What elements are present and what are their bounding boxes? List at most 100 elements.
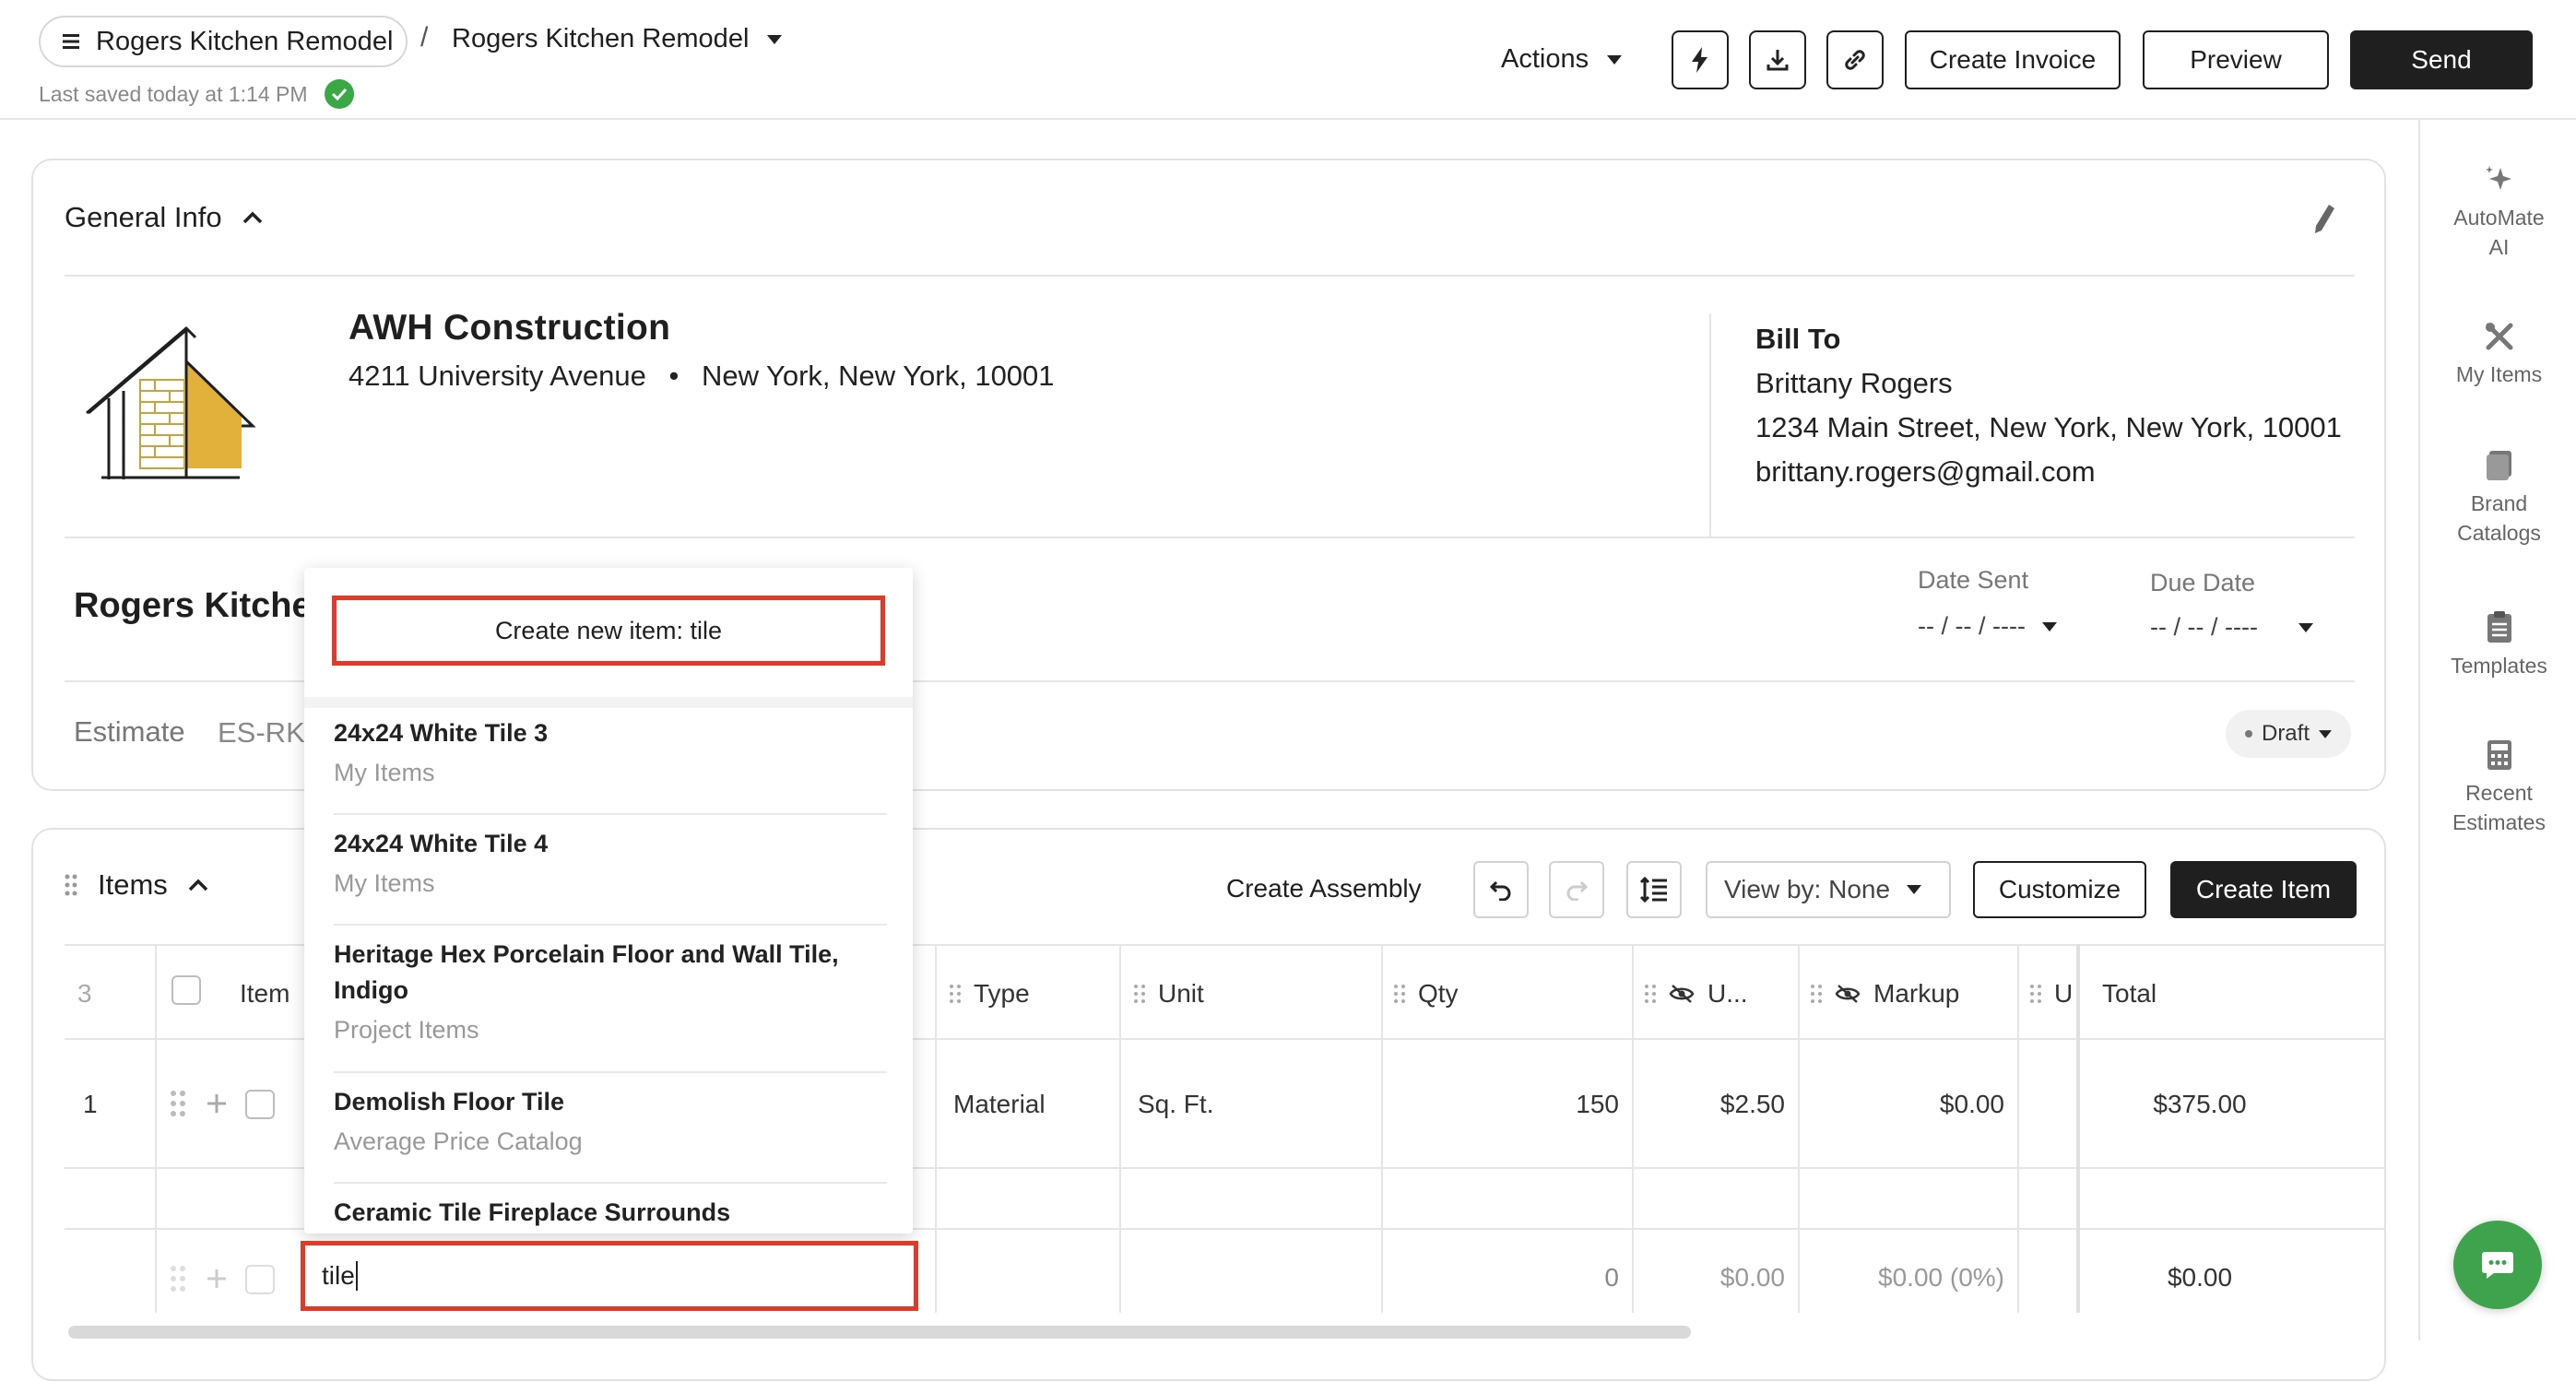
create-item-button[interactable]: Create Item xyxy=(2170,861,2357,918)
row-total: $0.00 xyxy=(2167,1263,2233,1292)
chat-button[interactable] xyxy=(2453,1221,2542,1309)
dropdown-item[interactable]: Ceramic Tile Fireplace Surrounds xyxy=(334,1195,887,1233)
send-button[interactable]: Send xyxy=(2350,30,2533,89)
plus-icon[interactable] xyxy=(207,1093,227,1114)
row-count: 3 xyxy=(77,979,92,1008)
col-header-unit-cost[interactable]: U... xyxy=(1645,979,1748,1009)
dropdown-item-name: 24x24 White Tile 3 xyxy=(334,719,549,747)
general-info-header[interactable]: General Info xyxy=(65,201,263,234)
create-new-item-option[interactable]: Create new item: tile xyxy=(332,596,885,666)
drag-handle-icon[interactable] xyxy=(65,874,77,896)
rail-automate-ai[interactable]: AutoMate AI xyxy=(2420,164,2576,262)
rail-my-items[interactable]: My Items xyxy=(2420,321,2576,389)
divider xyxy=(65,275,2355,277)
dropdown-item-name: Ceramic Tile Fireplace Surrounds xyxy=(334,1198,731,1226)
actions-label: Actions xyxy=(1501,44,1589,74)
preview-button[interactable]: Preview xyxy=(2143,30,2329,89)
rail-label: Catalogs xyxy=(2457,521,2541,545)
date-sent-label: Date Sent xyxy=(1918,566,2029,594)
bill-to-address: 1234 Main Street, New York, New York, 10… xyxy=(1755,411,2342,443)
drag-handle-icon[interactable] xyxy=(170,1090,186,1117)
estimate-number[interactable]: ES-RK xyxy=(218,716,305,750)
col-border xyxy=(1632,944,1634,1313)
row-markup[interactable]: $0.00 xyxy=(1800,1090,2004,1119)
lightning-icon xyxy=(1692,47,1707,73)
breadcrumb-root-button[interactable]: Rogers Kitchen Remodel xyxy=(39,16,408,67)
rail-brand-catalogs[interactable]: Brand Catalogs xyxy=(2420,450,2576,548)
breadcrumb-separator: / xyxy=(420,22,429,53)
undo-button[interactable] xyxy=(1473,861,1529,918)
download-button[interactable] xyxy=(1749,30,1806,89)
status-badge[interactable]: Draft xyxy=(2226,710,2351,758)
row-markup[interactable]: $0.00 (0%) xyxy=(1800,1263,2004,1292)
divider xyxy=(65,537,2355,538)
col-border xyxy=(1798,944,1800,1313)
pencil-icon[interactable] xyxy=(2310,203,2336,234)
date-sent-picker[interactable]: -- / -- / ---- xyxy=(1918,612,2057,641)
row-total: $375.00 xyxy=(2153,1090,2247,1118)
item-search-input[interactable]: tile xyxy=(301,1241,918,1311)
link-icon xyxy=(1845,50,1865,70)
status-label: Draft xyxy=(2261,721,2310,746)
row-checkbox[interactable] xyxy=(245,1265,275,1294)
row-unit[interactable]: Sq. Ft. xyxy=(1138,1090,1213,1119)
items-header[interactable]: Items xyxy=(65,868,208,902)
due-date-picker[interactable]: -- / -- / ---- xyxy=(2150,613,2313,642)
horizontal-scrollbar[interactable] xyxy=(68,1326,1691,1339)
dropdown-item[interactable]: Heritage Hex Porcelain Floor and Wall Ti… xyxy=(334,937,887,1073)
drag-handle-icon xyxy=(1394,985,1405,1003)
row-qty[interactable]: 150 xyxy=(1383,1090,1619,1119)
drag-handle-icon xyxy=(1134,985,1145,1003)
general-info-title: General Info xyxy=(65,201,222,233)
plus-icon[interactable] xyxy=(207,1269,227,1289)
project-title[interactable]: Rogers Kitche xyxy=(74,586,312,626)
item-search-value: tile xyxy=(322,1261,355,1290)
rail-templates[interactable]: Templates xyxy=(2420,610,2576,680)
automation-button[interactable] xyxy=(1672,30,1729,89)
bill-to-label: Bill To xyxy=(1755,323,1841,355)
rail-label: AutoMate xyxy=(2453,206,2545,230)
col-header-extra[interactable]: U xyxy=(2030,979,2073,1009)
top-bar: Rogers Kitchen Remodel / Rogers Kitchen … xyxy=(0,0,2576,120)
create-assembly-button[interactable]: Create Assembly xyxy=(1226,874,1422,903)
col-header-item[interactable]: Item xyxy=(240,979,290,1009)
redo-button[interactable] xyxy=(1549,861,1604,918)
row-unit-cost[interactable]: $0.00 xyxy=(1634,1263,1785,1292)
col-header-qty[interactable]: Qty xyxy=(1394,979,1459,1009)
download-icon xyxy=(1767,50,1789,71)
breadcrumb-current[interactable]: Rogers Kitchen Remodel xyxy=(452,24,783,54)
col-border xyxy=(1119,944,1121,1313)
actions-dropdown[interactable]: Actions xyxy=(1501,44,1623,75)
due-date-value: -- / -- / ---- xyxy=(2150,613,2258,641)
row-unit-cost[interactable]: $2.50 xyxy=(1634,1090,1785,1119)
dropdown-item[interactable]: 24x24 White Tile 4 My Items xyxy=(334,826,887,926)
row-qty[interactable]: 0 xyxy=(1383,1263,1619,1292)
col-header-type[interactable]: Type xyxy=(950,979,1030,1009)
view-by-dropdown[interactable]: View by: None xyxy=(1706,861,1951,918)
create-invoice-button[interactable]: Create Invoice xyxy=(1905,30,2121,89)
caret-down-icon xyxy=(1907,885,1922,894)
row-checkbox[interactable] xyxy=(245,1090,275,1119)
company-name: AWH Construction xyxy=(349,308,671,348)
col-header-markup[interactable]: Markup xyxy=(1811,979,1959,1009)
drag-handle-icon[interactable] xyxy=(170,1265,186,1292)
customize-button[interactable]: Customize xyxy=(1973,861,2146,918)
dropdown-item[interactable]: Demolish Floor Tile Average Price Catalo… xyxy=(334,1084,887,1184)
col-header-unit-cost-label: U... xyxy=(1707,979,1748,1008)
calculator-icon xyxy=(2487,740,2511,770)
dropdown-item[interactable]: 24x24 White Tile 3 My Items xyxy=(334,715,887,815)
chevron-up-icon xyxy=(242,211,262,224)
row-height-button[interactable] xyxy=(1626,861,1682,918)
company-address: 4211 University Avenue • New York, New Y… xyxy=(349,360,1055,393)
copy-link-button[interactable] xyxy=(1826,30,1884,89)
select-all-checkbox[interactable] xyxy=(171,975,201,1005)
rail-recent-estimates[interactable]: Recent Estimates xyxy=(2420,739,2576,837)
bill-to: Bill To Brittany Rogers 1234 Main Street… xyxy=(1755,317,2342,494)
row-type[interactable]: Material xyxy=(953,1090,1046,1119)
undo-icon xyxy=(1489,880,1511,901)
caret-down-icon xyxy=(1607,54,1623,65)
col-header-total[interactable]: Total xyxy=(2102,979,2157,1009)
col-header-unit[interactable]: Unit xyxy=(1134,979,1204,1009)
breadcrumb-current-label: Rogers Kitchen Remodel xyxy=(452,24,750,53)
right-tool-rail: AutoMate AI My Items Brand Catalogs Temp… xyxy=(2418,120,2576,1340)
